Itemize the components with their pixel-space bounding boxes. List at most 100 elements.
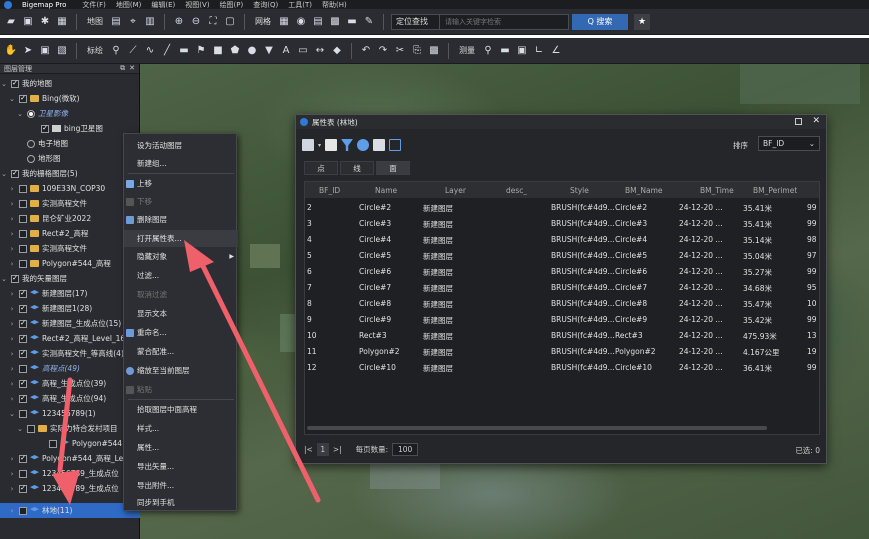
comment-icon[interactable]: ▭ — [296, 44, 310, 58]
eye-icon[interactable] — [357, 139, 370, 151]
menu-item-show-text[interactable]: 显示文本 — [124, 305, 238, 322]
pan-hand-icon[interactable]: ✋ — [4, 44, 18, 58]
sort-select[interactable]: BF_ID ⌄ — [758, 136, 820, 151]
menu-file[interactable]: 文件(F) — [82, 0, 106, 9]
close-icon[interactable]: ✕ — [129, 64, 135, 73]
balloon-icon[interactable]: ◆ — [330, 44, 344, 58]
tree-item[interactable]: ›实测高程文件_等高线(4) — [0, 346, 140, 361]
column-header[interactable]: Layer — [445, 186, 466, 195]
column-header[interactable]: desc_ — [506, 186, 527, 195]
globe-icon[interactable]: ◉ — [294, 15, 308, 29]
select-box-icon[interactable]: ▣ — [38, 44, 52, 58]
tree-item[interactable]: ›123456789_生成点位 — [0, 466, 140, 481]
tree-item-selected[interactable]: › 林地(11) — [0, 503, 140, 518]
box-icon[interactable]: ▬ — [345, 15, 359, 29]
tree-item[interactable]: ›Polygon#544_高程_Level — [0, 451, 140, 466]
menu-item-zoom-to-layer[interactable]: 缩放至当前图层 — [124, 362, 238, 379]
tree-item[interactable]: ›高程_生成点位(39) — [0, 376, 140, 391]
tree-item[interactable]: › 昆仑矿业2022 — [0, 211, 140, 226]
angle-measure-icon[interactable]: ∠ — [549, 44, 563, 58]
tree-item[interactable]: ⌄我的矢量图层 — [0, 271, 140, 286]
maximize-icon[interactable] — [795, 118, 802, 125]
menu-map[interactable]: 地图(M) — [116, 0, 142, 9]
tree-item[interactable]: ›123456789_生成点位 — [0, 481, 140, 496]
tree-item[interactable]: › 高程点(49) — [0, 361, 140, 376]
menu-tools[interactable]: 工具(T) — [288, 0, 312, 9]
double-arrow-icon[interactable]: ↔ — [313, 44, 327, 58]
triangle-icon[interactable]: ▼ — [262, 44, 276, 58]
save-icon[interactable]: ▣ — [21, 15, 35, 29]
tree-item[interactable]: ›高程_生成点位(94) — [0, 391, 140, 406]
table-row[interactable]: 11 Polygon#2 新建图层 BRUSH(fc#4d9... Polygon#2 2… — [305, 344, 819, 360]
menu-item-new-group[interactable]: 新建组... — [124, 155, 238, 172]
menu-item-registration[interactable]: 蒙合配准... — [124, 343, 238, 360]
location-pin-icon[interactable]: ⚲ — [481, 44, 495, 58]
table-row[interactable]: 8 Circle#8 新建图层 BRUSH(fc#4d9... Circle#8 24-1… — [305, 296, 819, 312]
tree-item[interactable]: ⌄Bing(微软) — [0, 91, 140, 106]
dropdown-arrow-icon[interactable]: ▾ — [318, 142, 321, 149]
map-source-icon[interactable]: ▤ — [109, 15, 123, 29]
menu-item-paste[interactable]: 粘贴 — [124, 381, 238, 398]
menu-query[interactable]: 查询(Q) — [253, 0, 278, 9]
column-header[interactable]: BF_ID — [319, 186, 340, 195]
point-marker-icon[interactable]: ⚲ — [109, 44, 123, 58]
undo-icon[interactable]: ↶ — [359, 44, 373, 58]
menu-item-delete-layer[interactable]: 删除图层 — [124, 211, 238, 228]
pointer-icon[interactable]: ➤ — [21, 44, 35, 58]
tree-item[interactable]: ⌄我的栅格图层(5) — [0, 166, 140, 181]
menu-item-pick-elevation[interactable]: 拾取图层中面高程 — [124, 401, 238, 418]
copy-icon[interactable]: ⎘ — [410, 44, 424, 58]
tree-item[interactable]: ›Rect#2_高程_Level_16 — [0, 331, 140, 346]
menu-item-filter[interactable]: 过滤... — [124, 267, 238, 284]
filter-icon[interactable] — [341, 139, 354, 151]
fit-bounds-icon[interactable] — [389, 139, 402, 151]
menu-draw[interactable]: 绘图(P) — [220, 0, 244, 9]
open-folder-icon[interactable]: ▰ — [4, 15, 18, 29]
menu-view[interactable]: 视图(V) — [185, 0, 209, 9]
grid-icon[interactable]: ▦ — [277, 15, 291, 29]
flag-icon[interactable]: ⚑ — [194, 44, 208, 58]
table-row[interactable]: 4 Circle#4 新建图层 BRUSH(fc#4d9... Circle#4 24-1… — [305, 232, 819, 248]
circle-icon[interactable]: ● — [245, 44, 259, 58]
table-row[interactable]: 5 Circle#5 新建图层 BRUSH(fc#4d9... Circle#5 24-1… — [305, 248, 819, 264]
search-mode-select[interactable]: 定位查找 — [392, 14, 440, 29]
column-header[interactable]: BM_Name — [625, 186, 663, 195]
tab-line[interactable]: 线 — [340, 161, 374, 175]
tab-polygon[interactable]: 面 — [376, 161, 410, 175]
menu-item-rename[interactable]: 重命名... — [124, 324, 238, 341]
page-size-input[interactable]: 100 — [392, 442, 419, 456]
brush-icon[interactable]: ✎ — [362, 15, 376, 29]
tree-item[interactable]: Polygon#544 — [0, 436, 140, 451]
favorite-star-icon[interactable]: ★ — [634, 13, 650, 30]
tree-item[interactable]: › 实测高程文件 — [0, 241, 140, 256]
full-screen-icon[interactable]: ▢ — [223, 15, 237, 29]
rectangle-icon[interactable]: ▬ — [177, 44, 191, 58]
tree-item[interactable]: › Rect#2_高程 — [0, 226, 140, 241]
search-input[interactable] — [440, 14, 568, 29]
tree-item[interactable]: ›新建图层1(28) — [0, 301, 140, 316]
page-number[interactable]: 1 — [316, 442, 329, 456]
tree-item[interactable]: 电子地图 — [0, 136, 140, 151]
menu-help[interactable]: 帮助(H) — [322, 0, 347, 9]
tree-item[interactable]: ⌄我的地图 — [0, 76, 140, 91]
tree-item[interactable]: ›新建图层(17) — [0, 286, 140, 301]
horizontal-scrollbar[interactable] — [307, 426, 767, 430]
tree-item[interactable]: › Polygon#544_高程 — [0, 256, 140, 271]
table-row[interactable]: 7 Circle#7 新建图层 BRUSH(fc#4d9... Circle#7 24-1… — [305, 280, 819, 296]
zoom-extent-icon[interactable]: ⛶ — [206, 15, 220, 29]
column-header[interactable]: Name — [375, 186, 397, 195]
area-measure-icon[interactable]: ▣ — [515, 44, 529, 58]
image-grid-icon[interactable]: ▩ — [328, 15, 342, 29]
float-icon[interactable]: ⧉ — [120, 64, 125, 73]
tree-item[interactable]: ›新建图层_生成点位(15) — [0, 316, 140, 331]
menu-item-set-active[interactable]: 设为活动图层 — [124, 137, 238, 154]
close-icon[interactable]: ✕ — [812, 116, 820, 126]
tree-item[interactable]: bing卫星图 — [0, 121, 140, 136]
menu-item-style[interactable]: 样式... — [124, 420, 238, 437]
pentagon-icon[interactable]: ⬟ — [228, 44, 242, 58]
document-icon[interactable] — [325, 139, 338, 151]
polyline-icon[interactable]: ⟋ — [126, 44, 140, 58]
text-icon[interactable]: A — [279, 44, 293, 58]
tree-item[interactable]: 地形图 — [0, 151, 140, 166]
cut-icon[interactable]: ✂ — [393, 44, 407, 58]
